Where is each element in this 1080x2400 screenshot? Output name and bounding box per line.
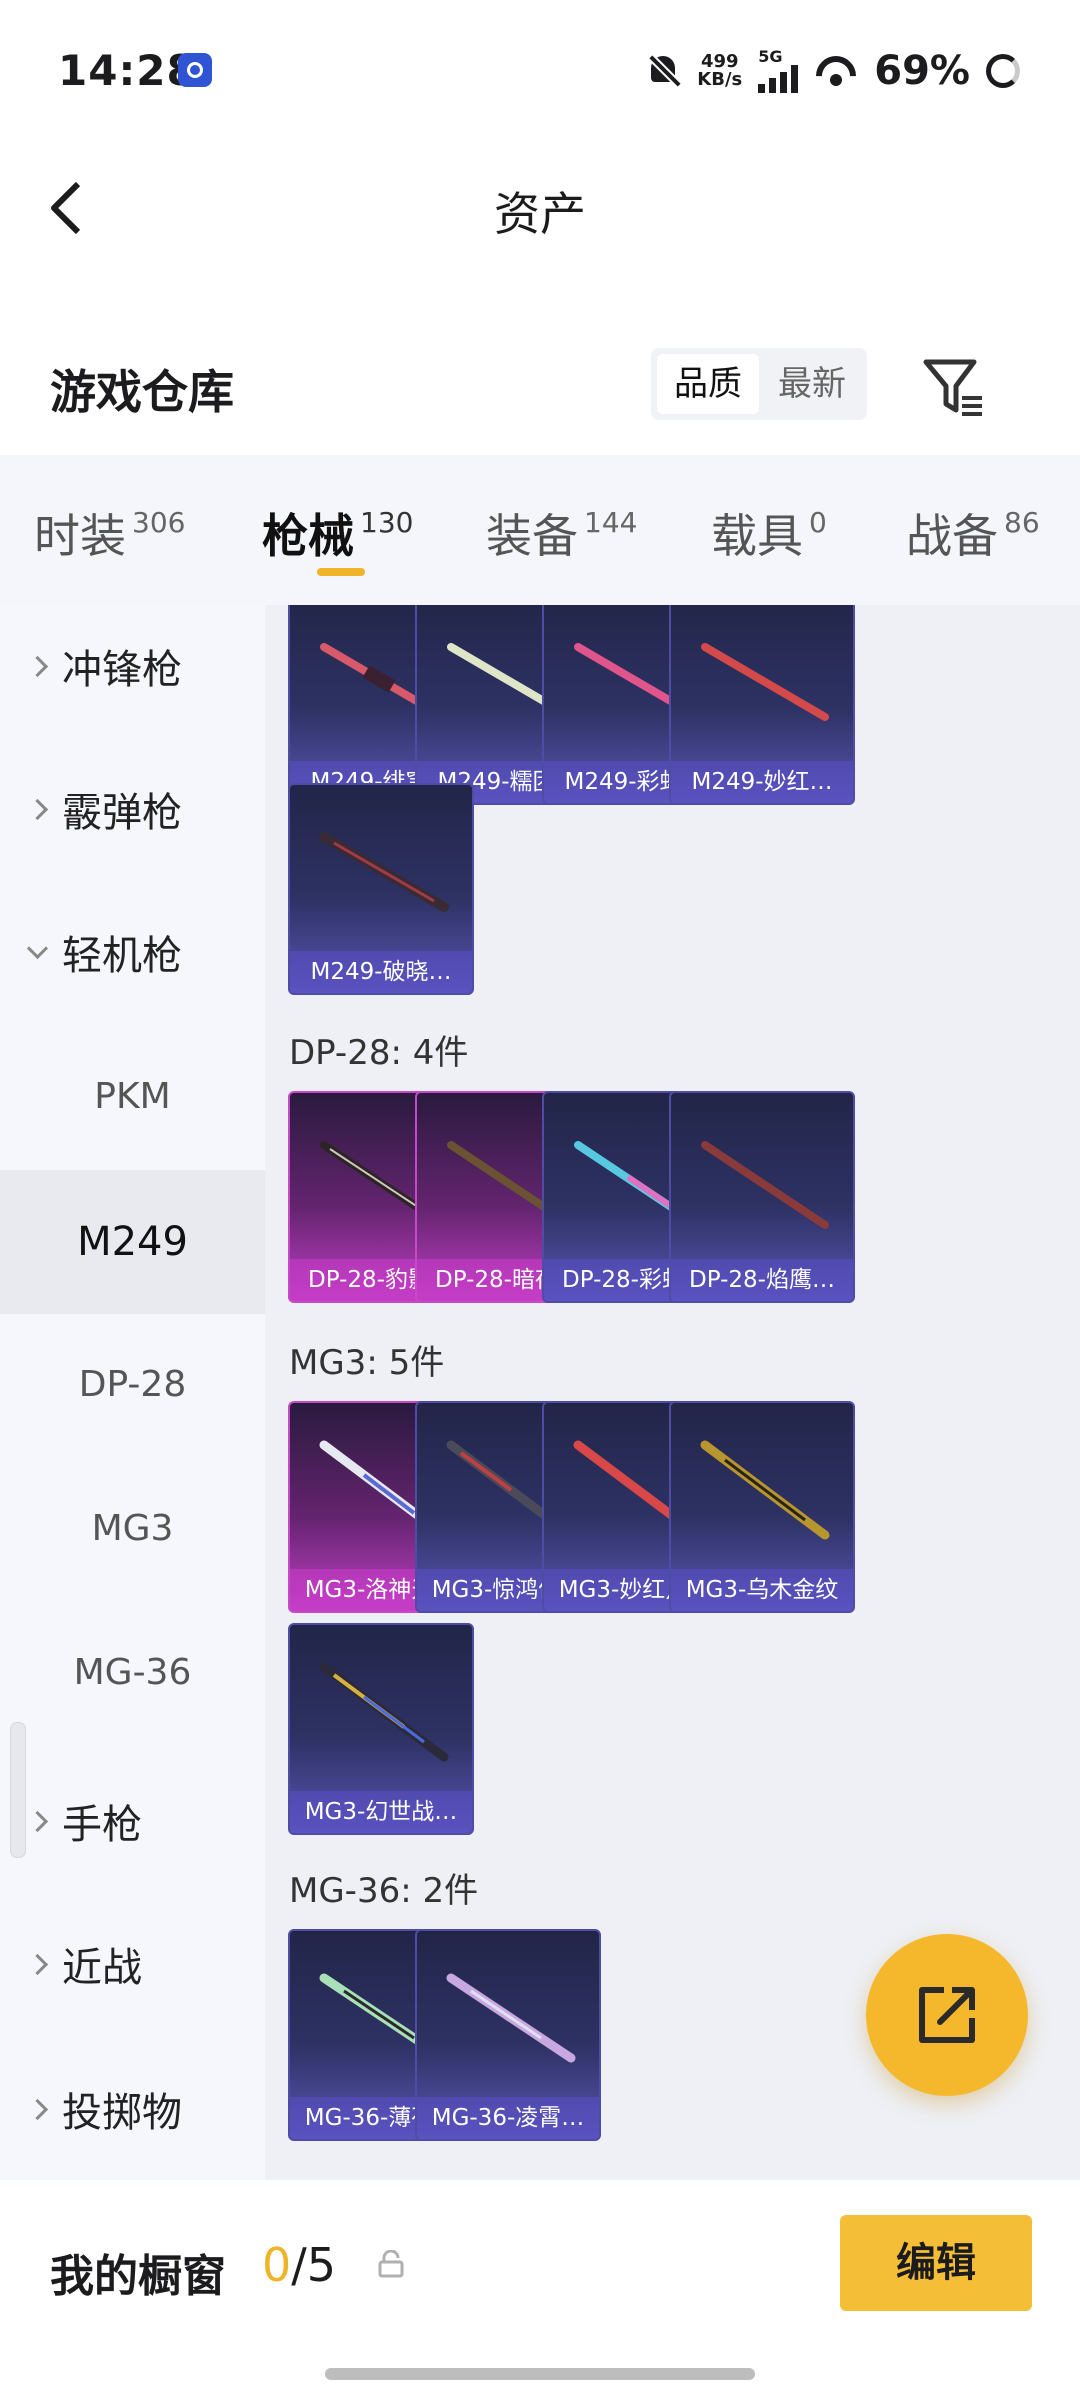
- sidebar-sub-pkm[interactable]: PKM: [0, 1076, 265, 1117]
- chevron-right-icon: [28, 651, 50, 681]
- cell-signal-icon: 5G: [758, 49, 799, 93]
- filter-icon: [923, 359, 982, 416]
- sidebar-item-throwable[interactable]: 投掷物: [28, 2080, 182, 2138]
- chevron-down-icon: [28, 937, 50, 967]
- chevron-right-icon: [28, 794, 50, 824]
- sidebar-item-shotgun[interactable]: 霰弹枪: [28, 780, 182, 838]
- battery-percent: 69%: [874, 48, 970, 94]
- share-button[interactable]: [866, 1934, 1028, 2096]
- sidebar-sub-mg3[interactable]: MG3: [0, 1508, 265, 1549]
- weapon-card[interactable]: DP-28-焰鹰…: [669, 1091, 855, 1303]
- weapon-card[interactable]: MG-36-凌霄…: [415, 1929, 601, 2141]
- sidebar-sub-mg36[interactable]: MG-36: [0, 1652, 265, 1693]
- showcase-label: 我的橱窗: [50, 2251, 226, 2302]
- status-time: 14:28: [58, 46, 197, 95]
- weapon-card[interactable]: MG3-幻世战…: [288, 1623, 474, 1835]
- weapon-card[interactable]: MG3-乌木金纹: [669, 1401, 855, 1613]
- battery-ring-icon: [986, 54, 1020, 88]
- weapon-skin-image: [701, 1141, 829, 1229]
- active-tab-indicator: [317, 568, 365, 576]
- sidebar-scroll-handle[interactable]: [10, 1722, 26, 1858]
- lock-icon: [378, 2249, 404, 2278]
- section-header-dp28: DP-28: 4件: [289, 1033, 469, 1073]
- wifi-icon: [814, 54, 858, 88]
- weapon-skin-image: [319, 1662, 449, 1762]
- edit-button[interactable]: 编辑: [840, 2215, 1032, 2311]
- filter-button[interactable]: [922, 356, 986, 418]
- weapon-skin-image: [446, 1973, 576, 2063]
- status-icons: 499 KB/s 5G 69%: [647, 46, 1020, 96]
- sort-latest-button[interactable]: 最新: [761, 354, 863, 414]
- share-icon: [919, 1987, 975, 2043]
- sidebar-sub-m249[interactable]: M249: [0, 1170, 265, 1314]
- weapon-skin-image: [319, 832, 449, 912]
- sort-quality-button[interactable]: 品质: [657, 354, 759, 414]
- page-title: 资产: [494, 187, 586, 241]
- sort-toggle: 品质 最新: [651, 348, 867, 420]
- net-speed: 499 KB/s: [697, 51, 743, 90]
- tab-vehicles[interactable]: 载具 0: [711, 500, 827, 566]
- sidebar-item-pistol[interactable]: 手枪: [28, 1792, 142, 1850]
- weapon-skin-image: [701, 643, 829, 721]
- mute-bell-icon: [647, 54, 681, 88]
- home-indicator[interactable]: [325, 2368, 755, 2380]
- sidebar-item-melee[interactable]: 近战: [28, 1935, 142, 1993]
- section-header-mg36: MG-36: 2件: [289, 1871, 479, 1911]
- sidebar-sub-dp28[interactable]: DP-28: [0, 1364, 265, 1405]
- weapon-skin-image: [700, 1440, 830, 1540]
- chevron-right-icon: [28, 2094, 50, 2124]
- weapon-card[interactable]: M249-妙红…: [669, 605, 855, 805]
- sidebar-item-lmg[interactable]: 轻机枪: [28, 923, 182, 981]
- weapon-card[interactable]: M249-破晓…: [288, 783, 474, 995]
- showcase-count: 0/5: [262, 2238, 337, 2292]
- chevron-right-icon: [28, 1806, 50, 1836]
- warehouse-title: 游戏仓库: [50, 365, 234, 419]
- chevron-right-icon: [28, 1949, 50, 1979]
- status-bar: 14:28 499 KB/s 5G 69%: [0, 0, 1080, 145]
- section-header-mg3: MG3: 5件: [289, 1343, 445, 1383]
- tab-supplies[interactable]: 战备 86: [906, 500, 1040, 566]
- sidebar-item-smg[interactable]: 冲锋枪: [28, 637, 182, 695]
- tab-firearms[interactable]: 枪械 130: [262, 500, 413, 566]
- tab-equipment[interactable]: 装备 144: [486, 500, 637, 566]
- app-notification-icon: [178, 53, 212, 87]
- tab-fashion[interactable]: 时装 306: [34, 500, 185, 566]
